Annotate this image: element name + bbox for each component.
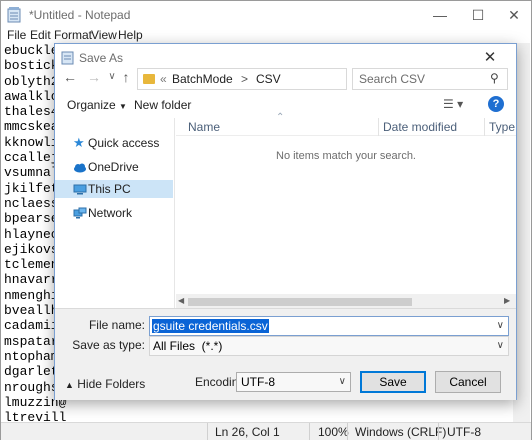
nav-item-onedrive[interactable]: OneDrive bbox=[57, 158, 171, 176]
folder-icon bbox=[143, 74, 155, 84]
chevron-down-icon[interactable]: ∨ bbox=[339, 376, 346, 387]
column-type[interactable]: Type bbox=[489, 120, 515, 134]
nav-label: Quick access bbox=[88, 136, 160, 150]
file-list[interactable]: Name ⌃ Date modified Type No items match… bbox=[176, 112, 516, 310]
organize-button[interactable]: Organize ▼ bbox=[67, 98, 127, 112]
computer-icon bbox=[73, 184, 87, 195]
notepad-menubar: File Edit Format View Help bbox=[1, 28, 531, 42]
status-position: Ln 26, Col 1 bbox=[215, 425, 280, 439]
dialog-toolbar: Organize ▼ New folder ☰ ▾ ? bbox=[55, 94, 516, 118]
status-line-ending: Windows (CRLF) bbox=[355, 425, 447, 439]
breadcrumb-overflow[interactable]: « bbox=[160, 72, 167, 86]
view-options-icon[interactable]: ☰ ▾ bbox=[443, 97, 463, 111]
menu-file[interactable]: File bbox=[7, 28, 26, 42]
save-as-dialog: Save As ✕ ← → ∨ ↑ « BatchMode > CSV ∨ ⟳ … bbox=[54, 43, 517, 400]
column-date-modified[interactable]: Date modified bbox=[383, 120, 457, 134]
navigation-pane: ★ Quick access OneDrive This PC Network bbox=[55, 118, 175, 308]
chevron-down-icon: ▼ bbox=[119, 102, 127, 111]
notepad-title: *Untitled - Notepad bbox=[29, 8, 131, 22]
chevron-down-icon[interactable]: ∨ bbox=[497, 320, 504, 331]
nav-item-quick-access[interactable]: ★ Quick access bbox=[57, 134, 171, 152]
close-button[interactable]: ✕ bbox=[491, 1, 532, 29]
notepad-titlebar: *Untitled - Notepad — ☐ ✕ bbox=[1, 1, 531, 29]
menu-view[interactable]: View bbox=[91, 28, 117, 42]
encoding-value: UTF-8 bbox=[241, 375, 275, 389]
scrollbar-thumb[interactable] bbox=[188, 298, 412, 306]
sort-chevron-up-icon: ⌃ bbox=[276, 112, 285, 123]
scroll-right-arrow-icon[interactable]: ▶ bbox=[504, 296, 510, 305]
back-arrow-icon[interactable]: ← bbox=[61, 68, 79, 86]
menu-edit[interactable]: Edit bbox=[30, 28, 51, 42]
notepad-dialog-icon bbox=[61, 51, 74, 65]
dialog-title: Save As bbox=[79, 51, 124, 65]
star-icon: ★ bbox=[73, 135, 85, 150]
breadcrumb-separator[interactable]: > bbox=[241, 72, 248, 86]
menu-format[interactable]: Format bbox=[54, 28, 92, 42]
nav-label: OneDrive bbox=[88, 160, 139, 174]
notepad-app-icon bbox=[7, 7, 21, 23]
nav-label: This PC bbox=[88, 182, 131, 196]
address-bar[interactable]: « BatchMode > CSV ∨ ⟳ bbox=[137, 68, 423, 90]
forward-arrow-icon[interactable]: → bbox=[85, 68, 103, 86]
file-name-value: gsuite credentials.csv bbox=[152, 319, 269, 333]
dialog-bottom-panel: File name: gsuite credentials.csv ∨ Save… bbox=[55, 308, 516, 400]
save-as-type-select[interactable]: All Files (*.*) ∨ bbox=[149, 336, 509, 356]
column-name[interactable]: Name bbox=[188, 120, 220, 134]
organize-label: Organize bbox=[67, 98, 116, 112]
new-folder-button[interactable]: New folder bbox=[134, 98, 191, 112]
cancel-button[interactable]: Cancel bbox=[435, 371, 501, 393]
help-icon[interactable]: ? bbox=[488, 96, 504, 112]
file-name-label: File name: bbox=[88, 318, 145, 332]
cloud-icon bbox=[74, 163, 86, 173]
status-encoding: UTF-8 bbox=[447, 425, 481, 439]
search-placeholder: Search CSV bbox=[359, 72, 426, 86]
save-as-type-label: Save as type: bbox=[72, 338, 145, 352]
encoding-select[interactable]: UTF-8 ∨ bbox=[236, 372, 351, 392]
file-name-input[interactable]: gsuite credentials.csv ∨ bbox=[149, 316, 509, 336]
network-icon bbox=[73, 207, 87, 219]
column-headers: Name ⌃ Date modified Type bbox=[176, 112, 516, 136]
scroll-left-arrow-icon[interactable]: ◀ bbox=[178, 296, 184, 305]
search-box[interactable]: Search CSV ⚲ bbox=[352, 68, 508, 90]
notepad-statusbar: Ln 26, Col 1 100% Windows (CRLF) UTF-8 bbox=[1, 422, 531, 440]
status-zoom: 100% bbox=[318, 425, 349, 439]
save-as-type-value: All Files (*.*) bbox=[153, 339, 223, 353]
nav-item-this-pc[interactable]: This PC bbox=[55, 180, 173, 198]
breadcrumb-csv[interactable]: CSV bbox=[256, 72, 281, 86]
search-icon[interactable]: ⚲ bbox=[490, 71, 499, 85]
menu-help[interactable]: Help bbox=[118, 28, 143, 42]
chevron-up-icon: ▲ bbox=[65, 380, 74, 390]
empty-message: No items match your search. bbox=[276, 150, 416, 162]
dialog-close-button[interactable]: ✕ bbox=[478, 48, 502, 68]
save-button[interactable]: Save bbox=[360, 371, 426, 393]
nav-item-network[interactable]: Network bbox=[57, 204, 171, 222]
breadcrumb-batchmode[interactable]: BatchMode bbox=[172, 72, 233, 86]
hide-folders-label: Hide Folders bbox=[77, 377, 146, 391]
up-arrow-icon[interactable]: ↑ bbox=[117, 68, 135, 86]
chevron-down-icon[interactable]: ∨ bbox=[497, 340, 504, 351]
nav-label: Network bbox=[88, 206, 133, 220]
hide-folders-button[interactable]: ▲ Hide Folders bbox=[65, 377, 145, 391]
